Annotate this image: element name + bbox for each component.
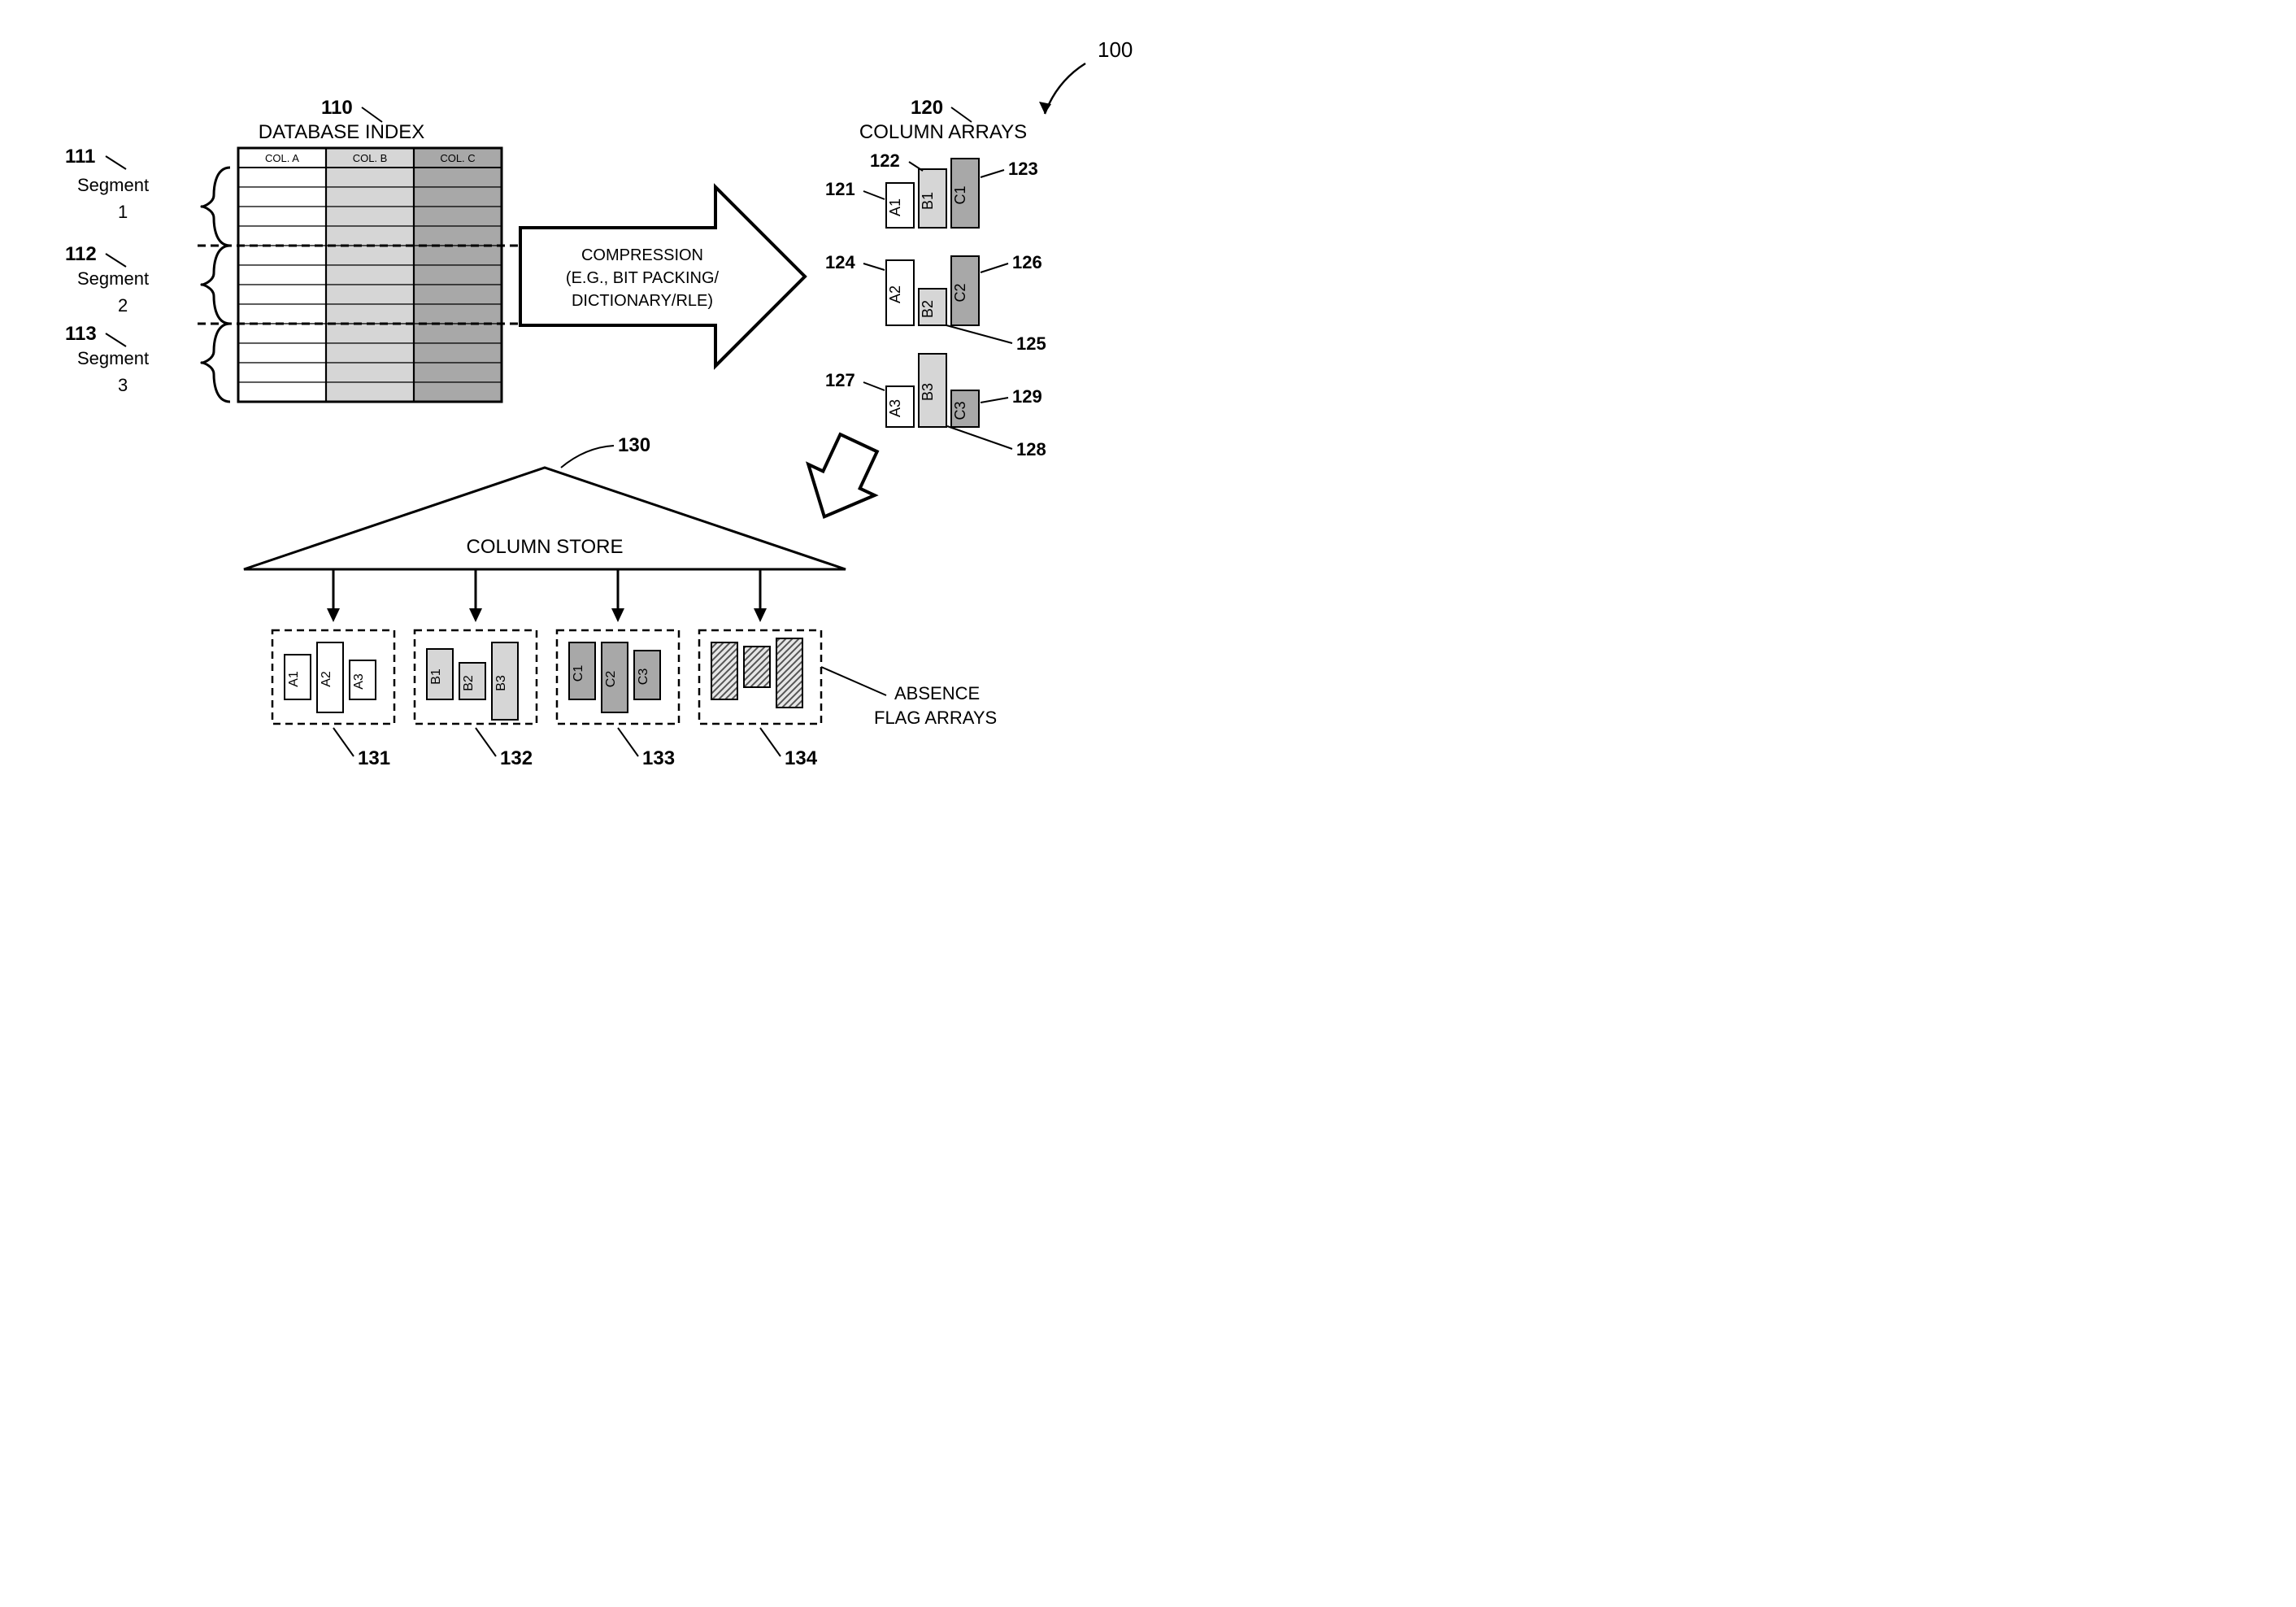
ref-125-line	[946, 325, 1012, 343]
figure-ref-100: 100	[1098, 37, 1133, 62]
diagram-canvas: 100 110 DATABASE INDEX COL. A COL. B COL…	[0, 0, 1203, 846]
segment-1-num: 1	[118, 202, 128, 222]
col-header-a: COL. A	[265, 152, 299, 164]
compression-line2: (E.G., BIT PACKING/	[566, 269, 720, 287]
segment-2-label: Segment	[77, 268, 149, 289]
ref-112-tick	[106, 254, 126, 267]
b1-label: B1	[920, 192, 936, 210]
g133-c1: C1	[572, 665, 585, 682]
absence-flag-line2: FLAG ARRAYS	[874, 708, 997, 728]
segment-2-num: 2	[118, 295, 128, 316]
group-132-bars: B1 B2 B3	[427, 642, 518, 720]
ref-126-line	[981, 263, 1008, 272]
ref-130: 130	[618, 434, 650, 456]
ref-120: 120	[911, 97, 943, 119]
ref-131: 131	[358, 747, 390, 769]
brace-1	[202, 168, 230, 246]
c3-label: C3	[952, 401, 968, 420]
g131-a1: A1	[287, 671, 301, 687]
ref-133: 133	[642, 747, 675, 769]
b3-label: B3	[920, 383, 936, 401]
g133-c3: C3	[637, 668, 650, 686]
ref-112: 112	[65, 243, 97, 265]
ref-120-tick	[951, 107, 972, 122]
a3-label: A3	[887, 399, 903, 417]
col-header-b: COL. B	[353, 152, 388, 164]
ref-113: 113	[65, 323, 97, 345]
ref-113-tick	[106, 333, 126, 346]
down-arrow-shape	[791, 428, 892, 533]
g131-a2: A2	[320, 671, 333, 687]
ref-134-line	[760, 728, 781, 756]
compression-line1: COMPRESSION	[581, 246, 703, 264]
c1-label: C1	[952, 185, 968, 204]
segment-3-label: Segment	[77, 348, 149, 368]
ref-124-line	[863, 263, 885, 270]
ref-111: 111	[65, 146, 95, 168]
ref-132: 132	[500, 747, 533, 769]
ref-111-tick	[106, 156, 126, 169]
ref-131-line	[333, 728, 354, 756]
array-row-1: A1 B1 C1	[886, 159, 979, 228]
ref-132-line	[476, 728, 496, 756]
g131-a3: A3	[352, 673, 366, 690]
ref-127: 127	[825, 370, 855, 390]
ref-110: 110	[321, 97, 353, 119]
ref-133-line	[618, 728, 638, 756]
brace-2	[202, 246, 230, 324]
ref-122-line	[909, 162, 923, 171]
compression-line3: DICTIONARY/RLE)	[572, 292, 713, 310]
array-row-2: A2 B2 C2	[886, 256, 979, 325]
b2-label: B2	[920, 300, 936, 318]
array-row-3: A3 B3 C3	[886, 354, 979, 427]
absence-flag-line1: ABSENCE	[894, 683, 980, 703]
ref-128-line	[947, 426, 1012, 449]
a2-label: A2	[887, 285, 903, 303]
ref-121: 121	[825, 179, 855, 199]
ref-129: 129	[1012, 386, 1042, 407]
ref-122: 122	[870, 150, 900, 171]
group-134-bars	[711, 638, 802, 708]
column-arrays-title: COLUMN ARRAYS	[859, 121, 1027, 143]
a1-label: A1	[887, 198, 903, 216]
column-store-title: COLUMN STORE	[467, 536, 624, 558]
absence-flag-pointer	[821, 667, 886, 695]
segment-3-num: 3	[118, 375, 128, 395]
brace-3	[202, 324, 230, 402]
ref-129-line	[981, 398, 1008, 403]
ref-123-line	[981, 170, 1004, 177]
group-131-bars: A1 A2 A3	[285, 642, 376, 712]
ref-125: 125	[1016, 333, 1046, 354]
database-index-table: COL. A COL. B COL. C	[238, 148, 502, 402]
database-index-title: DATABASE INDEX	[259, 121, 425, 143]
g132-b3: B3	[494, 675, 508, 691]
c2-label: C2	[952, 283, 968, 302]
ref-124: 124	[825, 252, 855, 272]
ref-121-line	[863, 191, 885, 199]
col-header-c: COL. C	[440, 152, 475, 164]
g133-c2: C2	[604, 671, 618, 688]
ref-134: 134	[785, 747, 818, 769]
ref-126: 126	[1012, 252, 1042, 272]
ref-130-curve	[561, 446, 614, 468]
g132-b1: B1	[429, 668, 443, 685]
g132-b2: B2	[462, 675, 476, 691]
ref-110-tick	[362, 107, 382, 122]
ref-127-line	[863, 382, 885, 390]
figure-arrow	[1045, 63, 1085, 114]
ref-128: 128	[1016, 439, 1046, 459]
ref-123: 123	[1008, 159, 1038, 179]
group-133-bars: C1 C2 C3	[569, 642, 660, 712]
segment-1-label: Segment	[77, 175, 149, 195]
